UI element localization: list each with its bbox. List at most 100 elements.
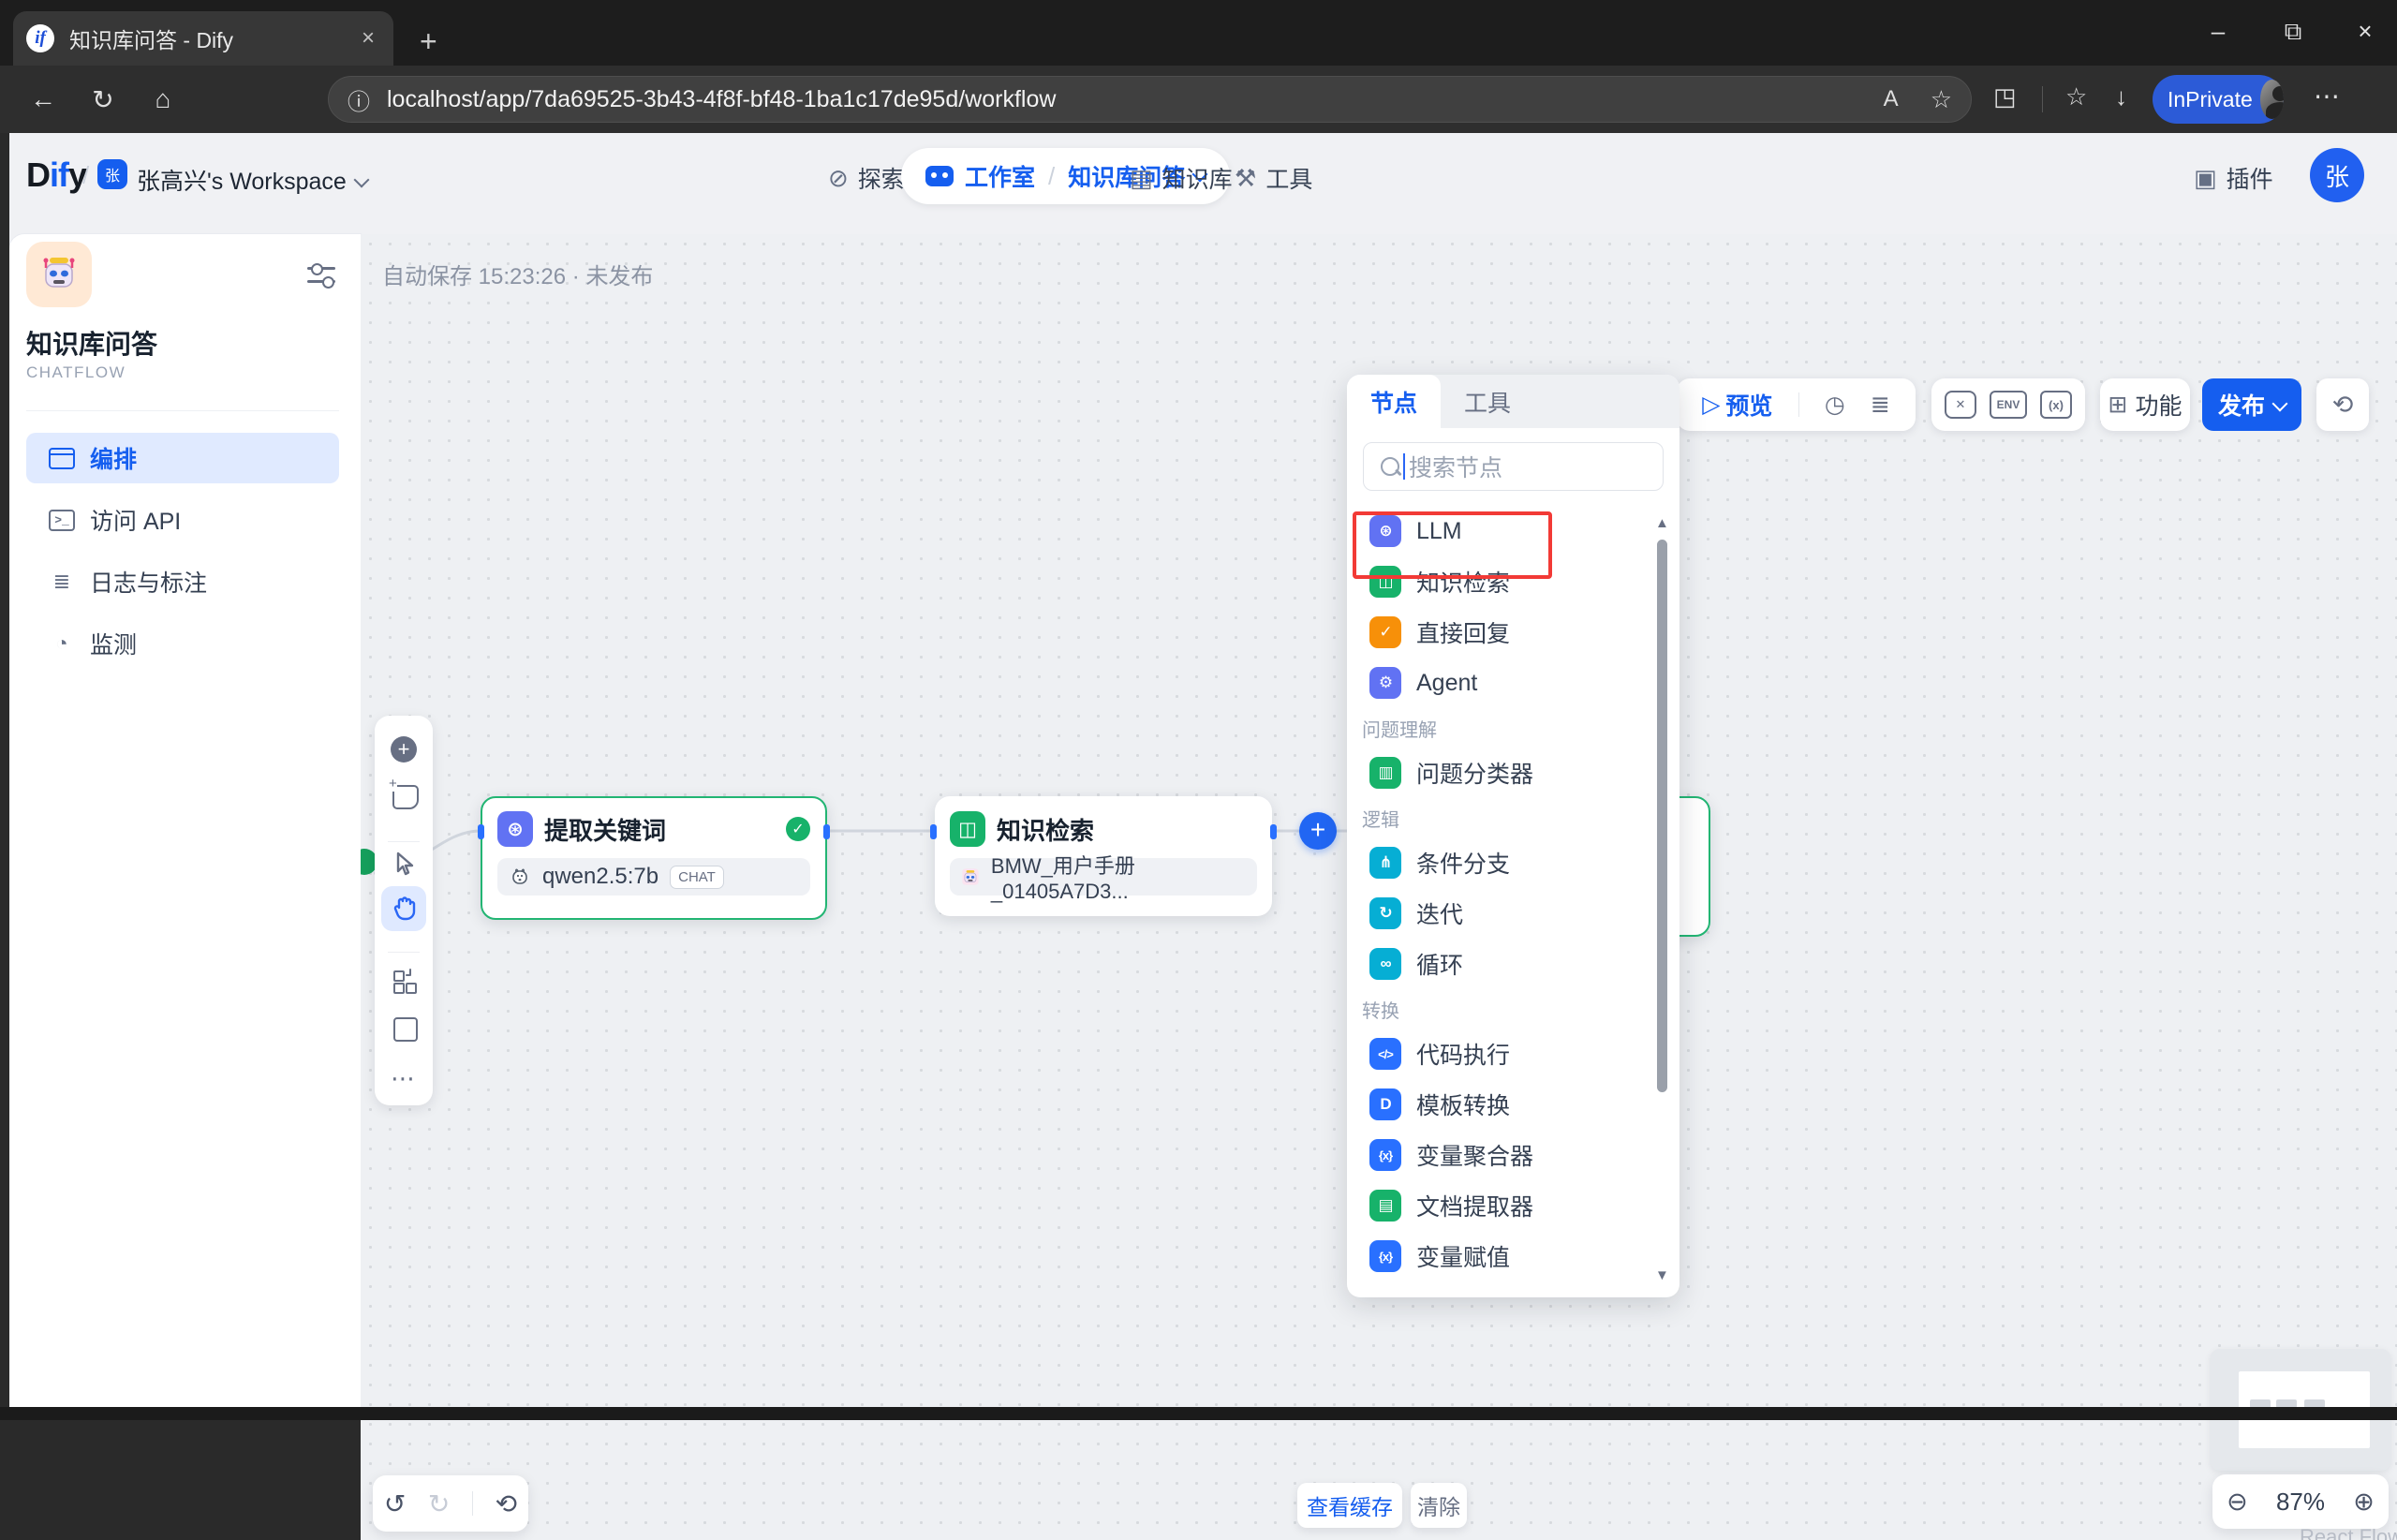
- add-node-on-edge-button[interactable]: +: [1299, 812, 1337, 850]
- output-handle[interactable]: [823, 824, 830, 839]
- workflow-canvas[interactable]: 自动保存 15:23:26 · 未发布 +: [361, 234, 2397, 1540]
- add-note-button[interactable]: [392, 785, 419, 809]
- node-item-agent[interactable]: ⚙Agent: [1347, 658, 1679, 708]
- url-text[interactable]: localhost/app/7da69525-3b43-4f8f-bf48-1b…: [387, 86, 1884, 113]
- scrollbar-thumb[interactable]: [1657, 540, 1667, 1092]
- hand-mode-button[interactable]: [381, 886, 426, 931]
- app-icon[interactable]: [26, 242, 92, 307]
- tab-nodes[interactable]: 节点: [1347, 375, 1441, 428]
- redo-button[interactable]: ↻: [428, 1488, 450, 1519]
- node-item-question-classifier[interactable]: ▥问题分类器: [1347, 748, 1679, 798]
- app-sidebar: 知识库问答 CHATFLOW 编排 >_ 访问 API ≣ 日志与标注 ◔ 监测: [9, 234, 361, 1407]
- panel-scrollbar[interactable]: ▲ ▼: [1651, 515, 1676, 1283]
- studio-robot-icon: [925, 166, 954, 186]
- env-variables-icon[interactable]: ENV: [1990, 391, 2027, 419]
- toolbar-more-icon[interactable]: ⋯: [375, 1064, 433, 1093]
- clear-button[interactable]: 清除: [1411, 1483, 1467, 1528]
- site-info-icon[interactable]: ⓘ: [348, 83, 370, 116]
- auto-layout-icon[interactable]: [393, 970, 414, 991]
- pointer-mode-button[interactable]: [375, 851, 433, 881]
- sidebar-item-orchestrate[interactable]: 编排: [26, 433, 339, 483]
- window-minimize-button[interactable]: –: [2197, 17, 2240, 46]
- node-item-doc-extractor[interactable]: ▤文档提取器: [1347, 1180, 1679, 1231]
- model-selector[interactable]: qwen2.5:7b CHAT: [497, 858, 810, 896]
- node-item-loop[interactable]: ∞循环: [1347, 939, 1679, 989]
- node-item-if-else[interactable]: ⋔条件分支: [1347, 837, 1679, 888]
- browser-tab[interactable]: if 知识库问答 - Dify ×: [13, 11, 393, 66]
- node-item-direct-answer[interactable]: ✓直接回复: [1347, 607, 1679, 658]
- address-bar[interactable]: ⓘ localhost/app/7da69525-3b43-4f8f-bf48-…: [328, 76, 1972, 123]
- node-item-code[interactable]: </>代码执行: [1347, 1029, 1679, 1079]
- window-restore-button[interactable]: ⧉: [2271, 17, 2315, 47]
- publish-button[interactable]: 发布: [2202, 378, 2301, 431]
- checklist-icon[interactable]: ≣: [1871, 391, 1890, 419]
- zoom-level[interactable]: 87%: [2276, 1488, 2325, 1517]
- node-item-variable-aggregator[interactable]: {x}变量聚合器: [1347, 1130, 1679, 1180]
- fit-view-icon[interactable]: [393, 1017, 418, 1042]
- tab-close-icon[interactable]: ×: [356, 25, 380, 52]
- sidebar-item-api-access[interactable]: >_ 访问 API: [26, 495, 339, 545]
- input-handle[interactable]: [478, 824, 484, 839]
- node-title: 提取关键词: [544, 812, 786, 847]
- dataset-item[interactable]: BMW_用户手册_01405A7D3...: [950, 858, 1257, 896]
- section-transform: 转换: [1347, 989, 1679, 1029]
- new-tab-button[interactable]: +: [420, 24, 437, 59]
- input-handle[interactable]: [930, 824, 937, 839]
- cursor-arrow-icon: [392, 851, 416, 877]
- text-cursor: [1403, 453, 1405, 480]
- code-icon: </>: [1369, 1038, 1401, 1070]
- nav-knowledge[interactable]: ▤ 知识库: [1130, 161, 1233, 195]
- home-button[interactable]: ⌂: [133, 84, 193, 114]
- version-history-button[interactable]: ⟲: [2316, 378, 2369, 431]
- workspace-selector[interactable]: 张高兴's Workspace: [137, 163, 367, 197]
- downloads-icon[interactable]: ↓: [2115, 82, 2127, 111]
- nav-plugins[interactable]: ▣ 插件: [2194, 161, 2273, 195]
- node-extract-keywords[interactable]: ⊛ 提取关键词 ✓ qwen2.5:7b CHAT: [481, 796, 827, 920]
- extensions-icon[interactable]: ◳: [1993, 82, 2017, 111]
- sidebar-item-logs[interactable]: ≣ 日志与标注: [26, 556, 339, 607]
- back-button[interactable]: ←: [13, 84, 73, 114]
- preview-button[interactable]: ▷ 预览: [1702, 388, 1772, 422]
- node-item-template[interactable]: D模板转换: [1347, 1079, 1679, 1130]
- inprivate-badge[interactable]: InPrivate: [2153, 75, 2284, 124]
- variables-icon[interactable]: (x): [2040, 391, 2072, 419]
- output-handle[interactable]: [1270, 824, 1277, 839]
- workspace-avatar[interactable]: 张: [97, 159, 127, 189]
- change-history-button[interactable]: ⟲: [496, 1488, 517, 1519]
- collections-icon[interactable]: ☆: [2065, 82, 2087, 111]
- doc-extractor-icon: ▤: [1369, 1190, 1401, 1222]
- app-settings-icon[interactable]: [307, 264, 335, 287]
- window-close-button[interactable]: ×: [2344, 17, 2387, 46]
- read-aloud-icon[interactable]: A: [1884, 86, 1899, 112]
- node-knowledge-retrieval[interactable]: ◫ 知识检索 BMW_用户手册_01405A7D3...: [935, 796, 1272, 916]
- view-cache-button[interactable]: 查看缓存: [1297, 1483, 1402, 1528]
- favorite-star-icon[interactable]: ☆: [1931, 85, 1952, 114]
- app-type-label: CHATFLOW: [26, 363, 126, 382]
- breadcrumb-slash: /: [82, 161, 89, 190]
- tab-tools[interactable]: 工具: [1441, 375, 1534, 428]
- conversation-variables-icon[interactable]: ✕: [1945, 391, 1976, 419]
- run-history-icon[interactable]: ◷: [1825, 391, 1845, 419]
- scroll-down-icon[interactable]: ▼: [1655, 1267, 1669, 1283]
- scroll-up-icon[interactable]: ▲: [1655, 515, 1669, 531]
- user-avatar[interactable]: 张: [2310, 148, 2364, 202]
- undo-button[interactable]: ↺: [384, 1488, 406, 1519]
- nav-studio[interactable]: 工作室: [965, 159, 1035, 193]
- node-item-variable-assigner[interactable]: {x}变量赋值: [1347, 1231, 1679, 1281]
- nav-tools[interactable]: ⚒ 工具: [1235, 161, 1312, 195]
- refresh-button[interactable]: ↻: [73, 84, 133, 115]
- add-node-button[interactable]: +: [391, 736, 417, 763]
- node-item-iteration[interactable]: ↻迭代: [1347, 888, 1679, 939]
- logs-icon: ≣: [49, 570, 75, 594]
- browser-menu-icon[interactable]: ⋯: [2314, 81, 2340, 111]
- question-classifier-icon: ▥: [1369, 757, 1401, 789]
- app-title: 知识库问答: [26, 324, 157, 362]
- features-button[interactable]: ⊞ 功能: [2100, 378, 2190, 431]
- zoom-out-icon[interactable]: ⊖: [2227, 1488, 2248, 1517]
- dify-logo[interactable]: Dify: [26, 155, 86, 195]
- zoom-in-icon[interactable]: ⊕: [2353, 1488, 2375, 1517]
- nav-explore[interactable]: ⊘ 探索: [828, 161, 905, 195]
- inprivate-label: InPrivate: [2168, 87, 2253, 112]
- sidebar-item-monitoring[interactable]: ◔ 监测: [26, 618, 339, 669]
- search-node-input[interactable]: 搜索节点: [1363, 442, 1664, 491]
